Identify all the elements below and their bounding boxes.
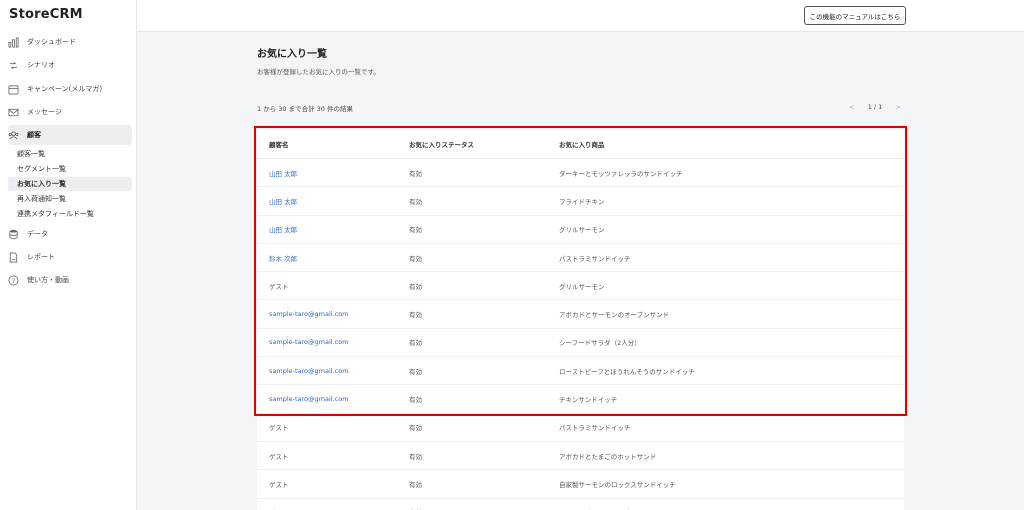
status-cell: 有効 [409,311,422,320]
table-row: ゲスト 有効 アボカドとたまごのホットサンド [257,442,904,471]
column-header-product[interactable]: お気に入り商品 [559,139,605,149]
status-cell: 有効 [409,226,422,235]
sidebar-subitem-segment-list[interactable]: セグメント一覧 [8,162,132,176]
column-header-customer[interactable]: 顧客名 [269,139,289,149]
product-cell: フライドチキン [559,197,605,206]
table-row: 鈴木 次郎 有効 パストラミサンドイッチ [257,244,904,273]
product-cell: 自家製サーモンのロックスサンドイッチ [559,480,676,489]
column-header-status[interactable]: お気に入りステータス [409,139,474,149]
sidebar-item-help[interactable]: ? 使い方・動画 [8,270,132,290]
customer-name-cell[interactable]: sample-taro@gmail.com [269,338,349,346]
svg-text:?: ? [12,276,15,284]
product-cell: グリルサーモン [559,282,605,291]
table-row: ゲスト 有効 グリルサーモン [257,272,904,301]
customer-name-cell[interactable]: sample-taro@gmail.com [269,310,349,318]
sidebar: StoreCRM ダッシュボード シナリオ キャンペーン(メルマガ) メッセージ… [0,0,137,510]
sidebar-item-customers[interactable]: 顧客 [8,125,132,145]
sidebar-item-label: データ [27,230,48,238]
sidebar-item-dashboard[interactable]: ダッシュボード [8,32,132,52]
page-indicator: 1 / 1 [867,103,883,111]
customer-name-cell: ゲスト [269,282,289,291]
status-cell: 有効 [409,480,422,489]
status-cell: 有効 [409,424,422,433]
customer-name-cell[interactable]: sample-taro@gmail.com [269,367,349,375]
customer-name-cell: ゲスト [269,452,289,461]
table-row: ゲスト 有効 自家製サーモンのロックスサンドイッチ [257,470,904,499]
product-cell: パストラミサンドイッチ [559,424,631,433]
database-icon [8,229,19,240]
product-cell: ローストビーフとほうれんそうのサンドイッチ [559,367,695,376]
app-logo[interactable]: StoreCRM [9,7,83,22]
customer-name-cell[interactable]: 山田 太郎 [269,168,297,178]
sidebar-item-report[interactable]: レポート [8,247,132,267]
sidebar-item-label: ダッシュボード [27,38,76,46]
sidebar-item-label: レポート [27,253,55,261]
favorites-table: 顧客名 お気に入りステータス お気に入り商品 山田 太郎 有効 ターキーとモッツァレ… [257,130,904,510]
product-cell: パストラミサンドイッチ [559,254,631,263]
report-icon [8,252,19,263]
bar-chart-icon [8,37,19,48]
status-cell: 有効 [409,339,422,348]
users-icon [8,130,19,141]
status-cell: 有効 [409,197,422,206]
sidebar-item-data[interactable]: データ [8,224,132,244]
calendar-icon [8,84,19,95]
table-row: 山田 太郎 有効 グリルサーモン [257,216,904,244]
sidebar-item-scenario[interactable]: シナリオ [8,55,132,75]
product-cell: アボカドとたまごのホットサンド [559,452,657,461]
sidebar-item-label: 顧客 [27,131,41,139]
table-row: sample-taro@gmail.com 有効 アボカドとサーモンのオープンサンド [257,300,904,329]
sidebar-item-label: キャンペーン(メルマガ) [27,85,103,93]
status-cell: 有効 [409,254,422,263]
customer-name-cell[interactable]: 山田 太郎 [269,224,297,234]
table-row: ゲスト 有効 パストラミサンドイッチ [257,414,904,442]
top-bar: この機能のマニュアルはこちら [137,0,1024,32]
table-row: 山田 太郎 有効 フライドチキン [257,187,904,216]
table-row: sample-taro@gmail.com 有効 ローストビーフとほうれんそうのサン… [257,357,904,386]
customer-name-cell[interactable]: 山田 太郎 [269,196,297,206]
table-row: ゲスト有効ローストビーフとチーズのサンドイッチ [257,499,904,510]
status-cell: 有効 [409,367,422,376]
scenario-icon [8,60,19,71]
sidebar-subitem-restock-list[interactable]: 再入荷通知一覧 [8,192,132,206]
help-icon: ? [8,275,19,286]
results-count: 1 から 30 まで合計 30 件の結果 [257,105,354,113]
customer-name-cell: ゲスト [269,424,289,433]
sidebar-item-label: シナリオ [27,61,55,69]
prev-page-button[interactable]: < [849,103,854,111]
customer-name-cell: ゲスト [269,480,289,489]
table-row: sample-taro@gmail.com 有効 シーフードサラダ（2人分） [257,329,904,358]
status-cell: 有効 [409,452,422,461]
status-cell: 有効 [409,396,422,405]
product-cell: アボカドとサーモンのオープンサンド [559,311,670,320]
status-cell: 有効 [409,169,422,178]
status-cell: 有効 [409,282,422,291]
pagination: < 1 / 1 > [849,103,901,111]
table-row: 山田 太郎 有効 ターキーとモッツァレッラのサンドイッチ [257,159,904,188]
table-row: sample-taro@gmail.com 有効 チキンサンドイッチ [257,385,904,414]
sidebar-subitem-customer-list[interactable]: 顧客一覧 [8,147,132,161]
sidebar-subitem-metafield-list[interactable]: 連携メタフィールド一覧 [8,207,132,221]
product-cell: ターキーとモッツァレッラのサンドイッチ [559,169,683,178]
mail-icon [8,107,19,118]
sidebar-item-label: メッセージ [27,108,62,116]
customer-name-cell[interactable]: sample-taro@gmail.com [269,395,349,403]
manual-button[interactable]: この機能のマニュアルはこちら [804,6,906,25]
table-header: 顧客名 お気に入りステータス お気に入り商品 [257,130,904,159]
sidebar-item-campaign[interactable]: キャンペーン(メルマガ) [8,79,132,99]
next-page-button[interactable]: > [896,103,901,111]
sidebar-subitem-favorites-list[interactable]: お気に入り一覧 [8,177,132,191]
sidebar-item-message[interactable]: メッセージ [8,102,132,122]
product-cell: チキンサンドイッチ [559,396,618,405]
page-title: お気に入り一覧 [257,49,327,60]
product-cell: グリルサーモン [559,226,605,235]
customer-name-cell[interactable]: 鈴木 次郎 [269,253,297,263]
sidebar-item-label: 使い方・動画 [27,276,69,284]
page-subtitle: お客様が登録したお気に入りの一覧です。 [257,68,380,76]
product-cell: シーフードサラダ（2人分） [559,339,641,348]
